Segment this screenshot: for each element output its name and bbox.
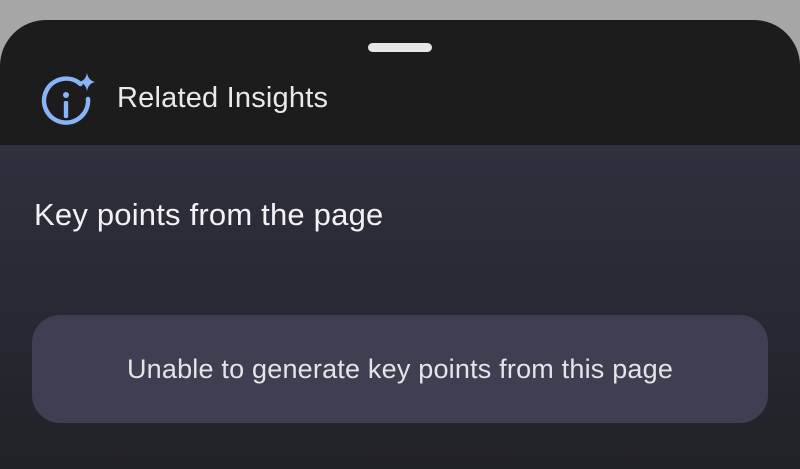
- drag-handle[interactable]: [368, 43, 432, 52]
- sheet-header: Related Insights: [0, 60, 800, 145]
- insights-content: Key points from the page Unable to gener…: [0, 145, 800, 469]
- sheet-title: Related Insights: [117, 82, 329, 114]
- section-heading: Key points from the page: [34, 197, 384, 232]
- status-message-card: Unable to generate key points from this …: [32, 315, 768, 423]
- insights-sparkle-info-icon: [36, 70, 98, 132]
- bottom-sheet: Related Insights Key points from the pag…: [0, 20, 800, 469]
- status-message: Unable to generate key points from this …: [126, 353, 674, 384]
